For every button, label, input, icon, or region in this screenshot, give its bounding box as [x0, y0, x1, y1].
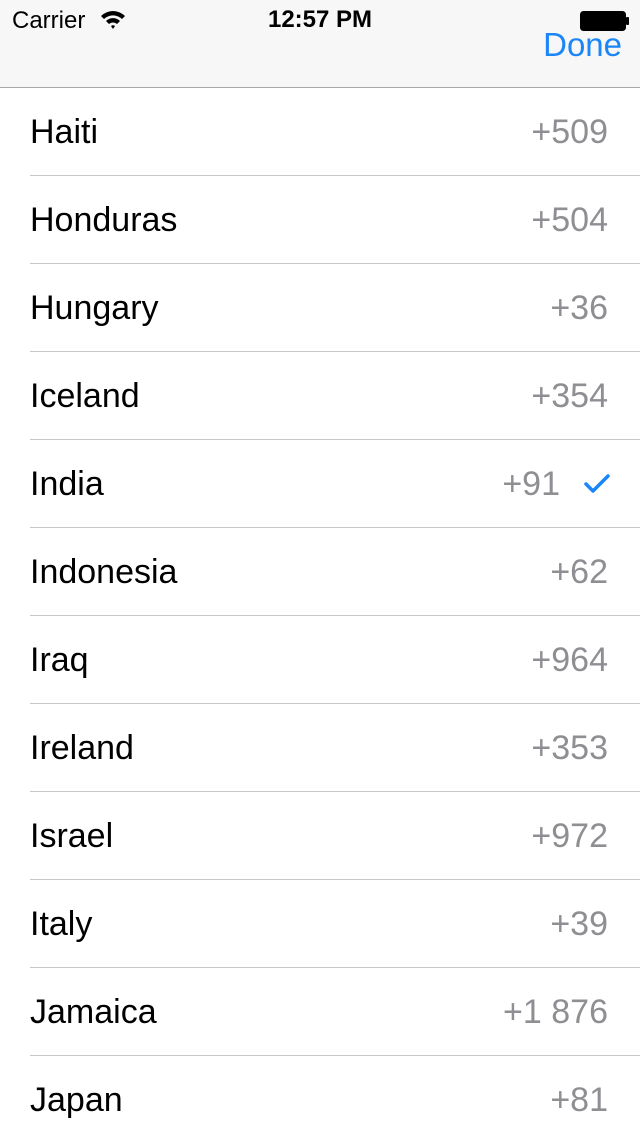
country-name: Japan [30, 1081, 123, 1119]
country-row[interactable]: Honduras +504 [0, 176, 640, 264]
country-name: Haiti [30, 113, 99, 151]
country-row[interactable]: Israel +972 [0, 792, 640, 880]
checkmark-icon [584, 474, 610, 493]
dialing-code: +1 876 [503, 993, 608, 1031]
country-row[interactable]: Hungary +36 [0, 264, 640, 352]
country-row[interactable]: India +91 [0, 440, 640, 528]
done-button[interactable]: Done [543, 26, 622, 64]
dialing-code: +36 [550, 289, 608, 327]
country-row[interactable]: Jamaica +1 876 [0, 968, 640, 1056]
dialing-code: +964 [531, 641, 608, 679]
country-row[interactable]: Ireland +353 [0, 704, 640, 792]
country-name: Iraq [30, 641, 89, 679]
country-list: Haiti +509 Honduras +504 Hungary +36 Iceland +3… [0, 88, 640, 1136]
country-name: Indonesia [30, 553, 178, 591]
country-name: India [30, 465, 104, 503]
navigation-bar: Carrier 12:57 PM Done [0, 0, 640, 88]
country-row[interactable]: Haiti +509 [0, 88, 640, 176]
country-name: Italy [30, 905, 93, 943]
dialing-code: +354 [531, 377, 608, 415]
dialing-code: +504 [531, 201, 608, 239]
country-row[interactable]: Japan +81 [0, 1056, 640, 1136]
dialing-code: +972 [531, 817, 608, 855]
dialing-code: +81 [550, 1081, 608, 1119]
country-name: Iceland [30, 377, 140, 415]
country-row[interactable]: Iraq +964 [0, 616, 640, 704]
dialing-code: +353 [531, 729, 608, 767]
country-name: Israel [30, 817, 114, 855]
country-name: Ireland [30, 729, 134, 767]
country-row[interactable]: Indonesia +62 [0, 528, 640, 616]
country-row[interactable]: Italy +39 [0, 880, 640, 968]
country-row[interactable]: Iceland +354 [0, 352, 640, 440]
country-name: Hungary [30, 289, 159, 327]
dialing-code: +39 [550, 905, 608, 943]
dialing-code: +509 [531, 113, 608, 151]
country-name: Honduras [30, 201, 178, 239]
country-code-picker-screen: Carrier 12:57 PM Done Haiti +509 Honduras +… [0, 0, 640, 1136]
country-name: Jamaica [30, 993, 157, 1031]
dialing-code: +62 [550, 553, 608, 591]
dialing-code: +91 [502, 465, 560, 503]
